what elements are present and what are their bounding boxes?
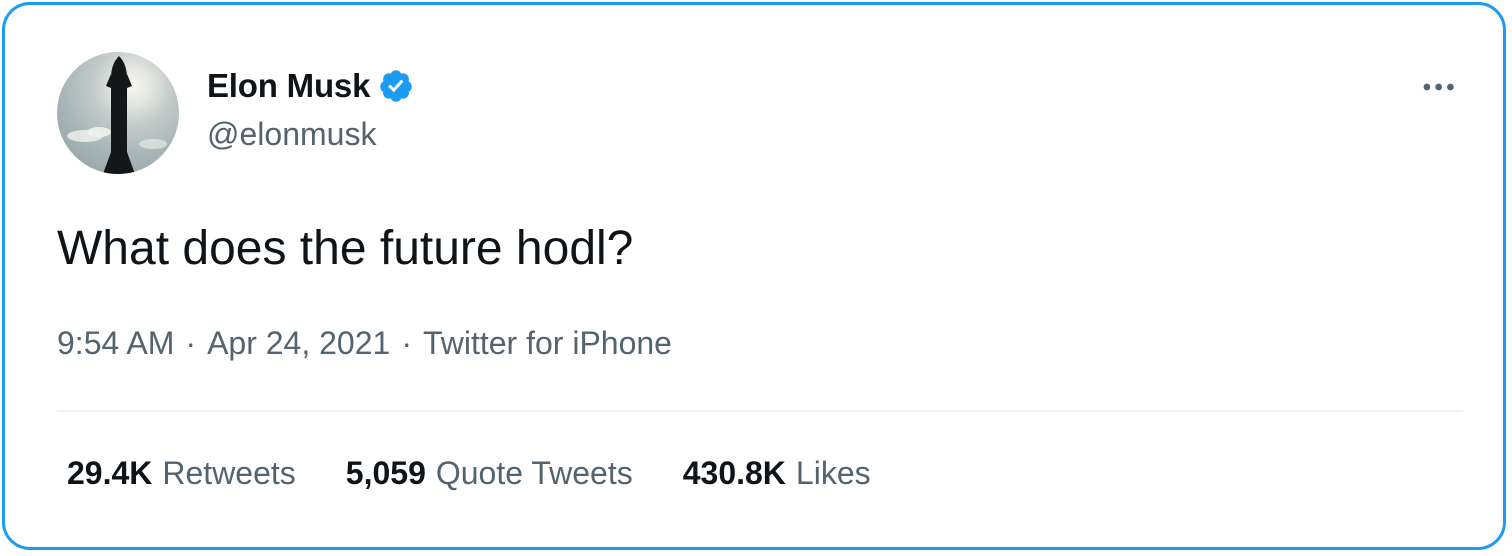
retweets-count: 29.4K bbox=[67, 455, 153, 491]
quote-tweets-count: 5,059 bbox=[345, 455, 426, 491]
tweet-date[interactable]: Apr 24, 2021 bbox=[207, 325, 390, 362]
tweet-text: What does the future hodl? bbox=[57, 222, 634, 275]
more-dots-icon bbox=[1423, 83, 1454, 91]
engagement-stats: 29.4K Retweets 5,059 Quote Tweets 430.8K… bbox=[67, 455, 921, 492]
author-display-name[interactable]: Elon Musk bbox=[207, 67, 370, 105]
meta-separator: · bbox=[185, 325, 197, 361]
likes-count: 430.8K bbox=[682, 455, 786, 491]
author-handle[interactable]: @elonmusk bbox=[207, 116, 376, 153]
tweet-card: Elon Musk @elonmusk What does the future… bbox=[2, 2, 1506, 550]
starship-rocket-avatar-icon bbox=[67, 56, 167, 174]
likes-stat[interactable]: 430.8K Likes bbox=[683, 455, 871, 492]
tweet-source[interactable]: Twitter for iPhone bbox=[423, 325, 672, 362]
divider bbox=[57, 410, 1463, 412]
quote-tweets-stat[interactable]: 5,059 Quote Tweets bbox=[346, 455, 633, 492]
tweet-metadata: 9:54 AM · Apr 24, 2021 · Twitter for iPh… bbox=[57, 325, 672, 362]
meta-separator: · bbox=[401, 325, 412, 361]
avatar[interactable] bbox=[57, 52, 179, 174]
retweets-label: Retweets bbox=[162, 455, 296, 491]
tweet-time[interactable]: 9:54 AM bbox=[57, 325, 174, 362]
more-options-button[interactable] bbox=[1417, 67, 1467, 107]
verified-badge-icon bbox=[378, 68, 414, 104]
author-name-row: Elon Musk bbox=[207, 64, 414, 108]
retweets-stat[interactable]: 29.4K Retweets bbox=[67, 455, 296, 492]
likes-label: Likes bbox=[795, 455, 871, 491]
quote-tweets-label: Quote Tweets bbox=[435, 455, 633, 491]
